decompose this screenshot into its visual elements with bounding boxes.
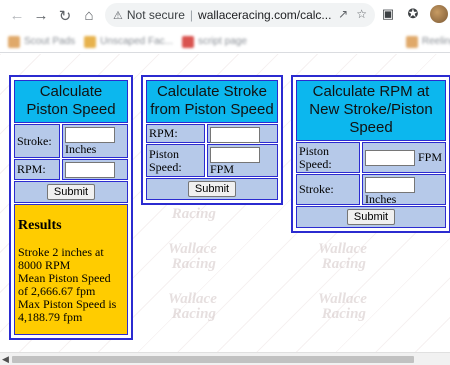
bookmark-item[interactable]: Unscaped Fac...: [84, 35, 173, 48]
bookmark-star-icon[interactable]: ☆: [356, 7, 367, 21]
submit-row: Submit: [146, 178, 278, 200]
submit-row: Submit: [296, 206, 446, 228]
submit-row: Submit: [14, 181, 128, 203]
omnibox-separator: |: [189, 8, 194, 22]
bookmark-favicon-icon: [84, 35, 97, 48]
field-label: Piston Speed:: [146, 144, 205, 177]
results-panel: Results Stroke 2 inches at 8000 RPM Mean…: [14, 204, 128, 335]
unit-label: Inches: [365, 192, 397, 206]
security-label: Not secure: [126, 8, 185, 22]
bookmark-favicon-icon: [181, 35, 194, 48]
lens-extension-icon[interactable]: ▣: [380, 6, 396, 22]
result-line: Mean Piston Speed of 2,666.67 fpm: [18, 271, 111, 298]
puzzle-extensions-icon[interactable]: ✪: [405, 6, 421, 22]
unit-label: FPM: [418, 150, 443, 164]
bookmark-item[interactable]: Reeling: [405, 35, 450, 48]
piston-speed-calculator: Calculate Piston Speed Stroke: Inches RP…: [9, 75, 133, 340]
piston-speed-input[interactable]: [365, 149, 415, 166]
profile-avatar[interactable]: [430, 5, 448, 23]
submit-button[interactable]: Submit: [46, 184, 96, 200]
stroke-input[interactable]: [65, 127, 115, 143]
bookmark-favicon-icon: [8, 35, 20, 48]
watermark-logo: Wallace Racing: [168, 241, 217, 272]
calculator-title: Calculate Piston Speed: [14, 80, 128, 123]
result-line: Max Piston Speed is 4,188.79 fpm: [18, 297, 117, 324]
watermark-logo: Wallace Racing: [168, 291, 217, 322]
piston-speed-input[interactable]: [210, 147, 260, 163]
result-line: Stroke 2 inches at 8000 RPM: [18, 245, 104, 272]
submit-button[interactable]: Submit: [187, 181, 237, 197]
horizontal-scrollbar[interactable]: ◀: [0, 352, 450, 365]
unit-label: FPM: [210, 162, 235, 176]
address-bar[interactable]: ⚠ Not secure | wallaceracing.com/calc...…: [105, 3, 375, 27]
bookmark-item[interactable]: script page: [181, 35, 247, 48]
watermark-logo: Wallace Racing: [318, 241, 367, 272]
url-text: wallaceracing.com/calc...: [198, 8, 332, 22]
unit-label: Inches: [65, 142, 97, 156]
stroke-input[interactable]: [365, 177, 415, 193]
warning-icon: ⚠: [113, 9, 123, 22]
stroke-from-piston-speed-calculator: Calculate Stroke from Piston Speed RPM: …: [141, 75, 283, 205]
browser-toolbar: ← → ↻ ⌂ ⚠ Not secure | wallaceracing.com…: [0, 0, 450, 31]
bookmark-item[interactable]: Scout Pads: [8, 35, 75, 48]
scroll-left-arrow-icon[interactable]: ◀: [2, 354, 9, 365]
field-label: Stroke:: [14, 124, 60, 158]
home-icon[interactable]: ⌂: [78, 5, 100, 27]
share-icon[interactable]: ↗: [338, 7, 348, 21]
rpm-input[interactable]: [210, 127, 260, 143]
rpm-input[interactable]: [65, 162, 115, 178]
field-label: RPM:: [14, 159, 60, 180]
page-content: Wallace Racing Wallace Racing Wallace Ra…: [0, 54, 450, 352]
bookmarks-bar: Scout Pads Unscaped Fac... script page R…: [0, 31, 450, 53]
bookmark-favicon-icon: [405, 35, 418, 48]
submit-button[interactable]: Submit: [346, 209, 396, 225]
forward-arrow-icon[interactable]: →: [30, 5, 52, 27]
field-label: Piston Speed:: [296, 142, 360, 173]
field-label: Stroke:: [296, 174, 360, 205]
back-arrow-icon[interactable]: ←: [6, 5, 28, 27]
scrollbar-thumb[interactable]: [12, 356, 414, 363]
reload-icon[interactable]: ↻: [54, 5, 76, 27]
watermark-logo: Wallace Racing: [318, 291, 367, 322]
calculator-title: Calculate RPM at New Stroke/Piston Speed: [296, 80, 446, 141]
rpm-new-stroke-calculator: Calculate RPM at New Stroke/Piston Speed…: [291, 75, 450, 233]
results-heading: Results: [18, 218, 62, 233]
calculator-title: Calculate Stroke from Piston Speed: [146, 80, 278, 123]
field-label: RPM:: [146, 124, 205, 143]
